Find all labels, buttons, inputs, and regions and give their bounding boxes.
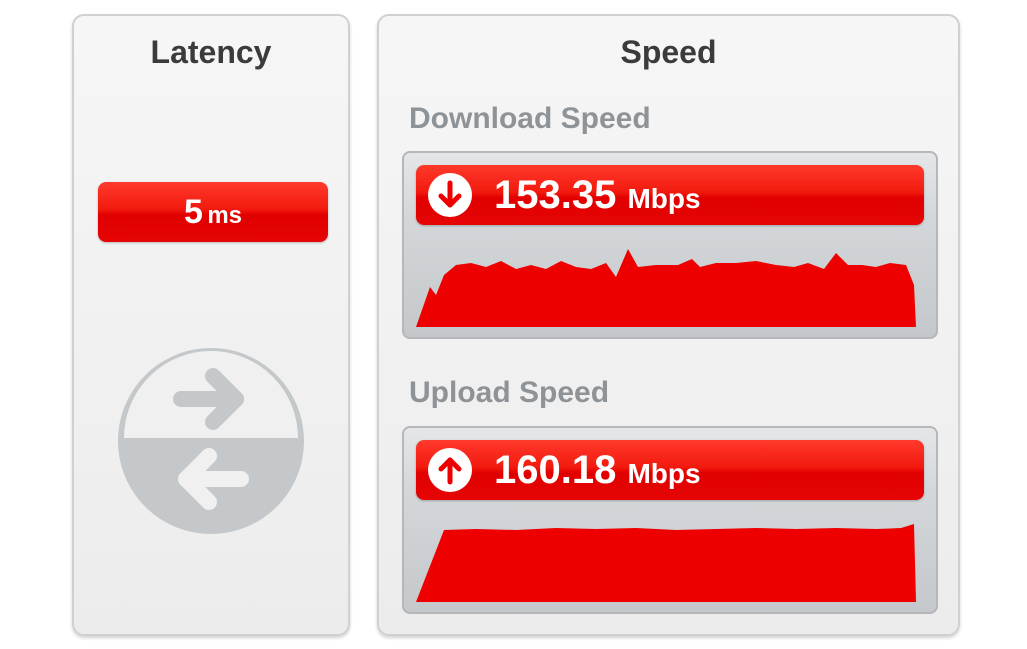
download-speed-badge: 153.35 Mbps [416, 165, 924, 225]
latency-value-badge: 5 ms [98, 182, 328, 242]
arrow-down-circle-icon [428, 173, 472, 217]
upload-speed-value: 160.18 [494, 448, 617, 492]
download-speed-title: Download Speed [409, 102, 651, 135]
download-graph-box: 153.35 Mbps [402, 151, 938, 339]
upload-speed-badge: 160.18 Mbps [416, 440, 924, 500]
download-speed-value: 153.35 [494, 173, 617, 217]
upload-speed-value-group: 160.18 Mbps [494, 444, 701, 500]
upload-speed-unit: Mbps [627, 458, 701, 489]
download-speed-value-group: 153.35 Mbps [494, 169, 701, 225]
speed-panel: Speed Download Speed 153.35 Mbps Upload … [377, 14, 960, 636]
download-speed-graph [416, 249, 916, 327]
bidirectional-arrows-icon [118, 348, 304, 534]
latency-unit: ms [207, 202, 243, 229]
latency-value: 5 [183, 193, 203, 231]
upload-speed-graph [416, 524, 916, 602]
arrow-up-circle-icon [428, 448, 472, 492]
upload-speed-title: Upload Speed [409, 376, 610, 409]
download-speed-unit: Mbps [627, 183, 701, 214]
upload-graph-box: 160.18 Mbps [402, 426, 938, 614]
speed-title: Speed [620, 34, 717, 70]
latency-panel: Latency 5 ms [72, 14, 350, 636]
latency-title: Latency [150, 34, 272, 70]
